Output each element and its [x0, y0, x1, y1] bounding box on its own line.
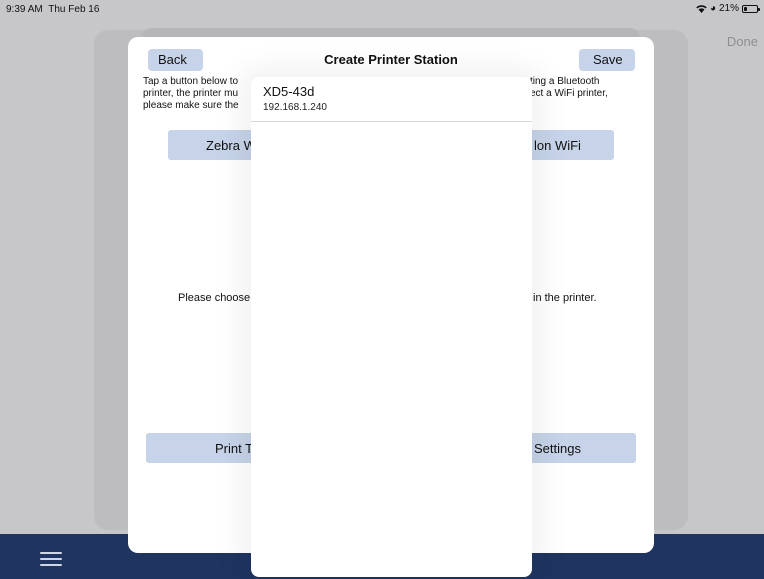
battery-percent: 21% [718, 3, 739, 14]
status-time: 9:39 AM Thu Feb 16 [6, 4, 99, 15]
wifi-icon [696, 4, 707, 13]
settings-button[interactable]: Settings [520, 433, 636, 463]
print-test-button[interactable]: Print T [146, 433, 256, 463]
printer-name: XD5-43d [263, 84, 315, 99]
modal-title: Create Printer Station [324, 52, 458, 67]
status-bar: 9:39 AM Thu Feb 16 ◕ 21% [0, 0, 764, 18]
orientation-lock-icon: ◕ [709, 3, 716, 14]
menu-icon[interactable] [40, 552, 62, 566]
choose-text-left: Please choose [178, 292, 251, 304]
done-button[interactable]: Done [727, 34, 758, 49]
save-button[interactable]: Save [579, 49, 635, 71]
clock-date: Thu Feb 16 [48, 4, 100, 15]
printer-ip: 192.168.1.240 [263, 102, 327, 113]
intro-line: ect a WiFi printer, [530, 88, 608, 99]
other-wifi-button[interactable]: lon WiFi [520, 130, 614, 160]
battery-icon [742, 4, 760, 13]
intro-line: ting a Bluetooth [530, 76, 600, 87]
intro-text-right: ting a Bluetooth ect a WiFi printer, [530, 76, 650, 100]
printer-list-popover: XD5-43d 192.168.1.240 [251, 77, 532, 577]
printer-list-item[interactable]: XD5-43d 192.168.1.240 [251, 77, 532, 122]
choose-text-right: in the printer. [533, 292, 597, 304]
clock-time: 9:39 AM [6, 4, 43, 15]
status-indicators: ◕ 21% [696, 3, 760, 14]
